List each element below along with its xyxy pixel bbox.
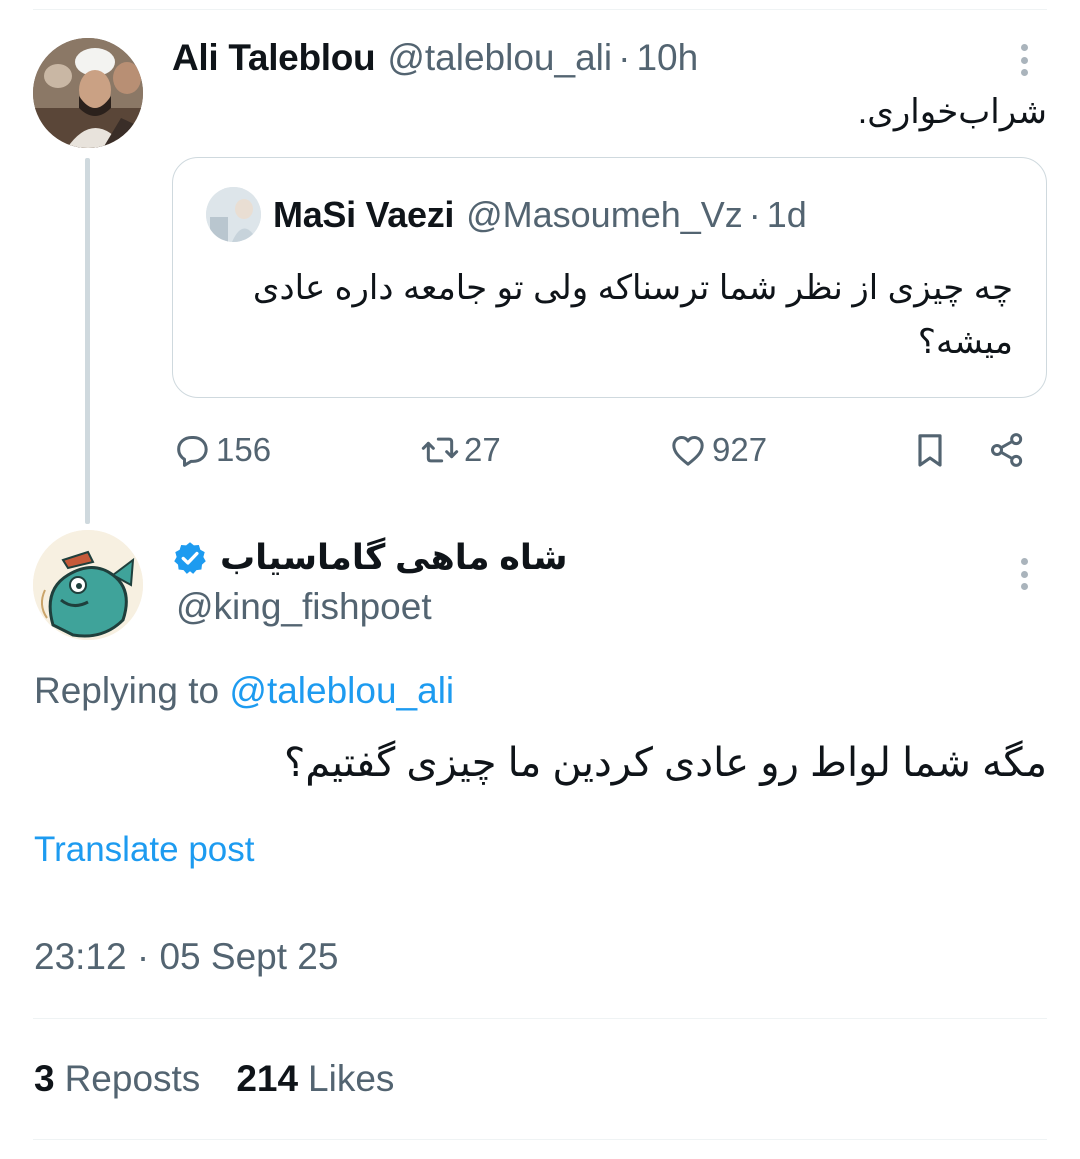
translate-post-link[interactable]: Translate post <box>34 830 254 870</box>
reply-more-icon[interactable] <box>1019 554 1029 594</box>
repost-count: 27 <box>464 431 501 468</box>
heart-icon <box>672 436 704 466</box>
reply-author-name[interactable]: شاه ماهی گاماسیاب <box>220 538 568 578</box>
parent-more-icon[interactable] <box>1019 40 1029 80</box>
reply-tweet-text: مگه شما لواط رو عادی کردین ما چیزی گفتیم… <box>283 741 1047 785</box>
parent-avatar[interactable] <box>33 38 143 148</box>
likes-stat[interactable]: 214 Likes <box>236 1058 394 1100</box>
reply-button[interactable]: 156 <box>172 420 271 480</box>
likes-count: 214 <box>236 1058 299 1099</box>
reply-count: 156 <box>216 431 272 468</box>
parent-tweet-text: شراب‌خواری. <box>857 93 1047 131</box>
top-divider <box>33 9 1047 10</box>
like-count: 927 <box>712 431 768 468</box>
verified-badge-icon[interactable] <box>172 540 208 576</box>
quote-author-name: MaSi Vaezi <box>273 194 455 235</box>
bottom-divider <box>33 1139 1047 1140</box>
likes-label: Likes <box>308 1058 395 1099</box>
quote-header: MaSi Vaezi @Masoumeh_Vz · 1d <box>273 192 807 238</box>
quoted-tweet-card[interactable]: MaSi Vaezi @Masoumeh_Vz · 1d چه چیزی از … <box>172 157 1047 398</box>
bookmark-button[interactable] <box>910 420 950 480</box>
share-icon <box>990 433 1023 467</box>
reply-stats: 3 Reposts 214 Likes <box>34 1058 394 1100</box>
reply-author-handle[interactable]: @king_fishpoet <box>176 586 432 628</box>
repost-button[interactable]: 27 <box>420 420 501 480</box>
reply-name-row: شاه ماهی گاماسیاب <box>172 532 568 584</box>
replying-to-mention[interactable]: @taleblou_ali <box>229 670 454 711</box>
separator-dot: · <box>748 194 761 235</box>
parent-action-bar: 156 27 927 <box>172 420 1047 480</box>
parent-time[interactable]: 10h <box>636 37 698 79</box>
stats-divider <box>33 1018 1047 1019</box>
quote-text: چه چیزی از نظر شما ترسناکه ولی تو جامعه … <box>252 269 1013 361</box>
separator-dot: · <box>618 37 631 78</box>
quote-avatar <box>206 187 261 242</box>
parent-author-handle[interactable]: @taleblou_ali <box>387 37 612 79</box>
reposts-count: 3 <box>34 1058 55 1099</box>
thread-line <box>85 158 90 524</box>
reposts-stat[interactable]: 3 Reposts <box>34 1058 200 1100</box>
replying-to-label: Replying to <box>34 670 220 711</box>
reposts-label: Reposts <box>64 1058 201 1099</box>
speech-bubble-icon <box>177 436 208 467</box>
reply-avatar[interactable] <box>33 530 143 640</box>
quote-author-handle: @Masoumeh_Vz <box>466 194 743 235</box>
replying-to-line: Replying to @taleblou_ali <box>34 670 454 712</box>
parent-header: Ali Taleblou @taleblou_ali · 10h <box>172 34 698 82</box>
quote-time: 1d <box>766 194 807 235</box>
reply-timestamp[interactable]: 23:12 · 05 Sept 25 <box>34 936 338 978</box>
like-button[interactable]: 927 <box>668 420 767 480</box>
repost-arrows-icon <box>421 437 459 463</box>
share-button[interactable] <box>987 420 1027 480</box>
bookmark-icon <box>918 434 942 467</box>
parent-author-name[interactable]: Ali Taleblou <box>172 37 376 79</box>
